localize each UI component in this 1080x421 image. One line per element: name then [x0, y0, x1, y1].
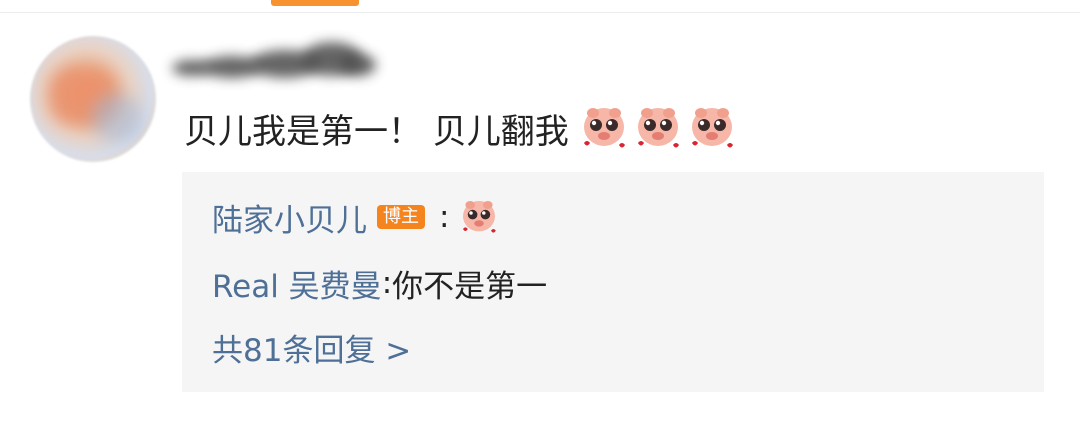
username-redacted[interactable] [172, 42, 380, 88]
comment-screen: 贝儿我是第一！ 贝儿翻我 陆家小贝儿 博主: Real 吴费曼: 你不是第一… [0, 0, 1080, 421]
more-replies-link[interactable]: 共81条回复 > [212, 325, 411, 370]
author-badge: 博主 [377, 205, 425, 229]
reply-item[interactable]: Real 吴费曼 : 你不是第一 [212, 260, 547, 306]
reply-author-link[interactable]: 陆家小贝儿 [212, 195, 367, 240]
reply-separator: : [439, 199, 450, 235]
cute-pig-emoji-icon [687, 103, 737, 153]
reply-author-link[interactable]: Real 吴费曼 [212, 261, 382, 306]
cute-pig-emoji-icon [459, 197, 499, 237]
reply-item[interactable]: 陆家小贝儿 博主 : [212, 194, 499, 240]
reply-text: 你不是第一 [392, 268, 548, 305]
more-replies-row[interactable]: 共81条回复 > [212, 324, 411, 370]
cute-pig-emoji-icon [579, 103, 629, 153]
cute-pig-emoji-icon [633, 103, 683, 153]
comment-body: 贝儿我是第一！ 贝儿翻我 [184, 102, 737, 154]
reply-separator: : [381, 265, 393, 301]
divider [0, 12, 1080, 13]
emoji-group [579, 103, 737, 153]
comment-text: 贝儿我是第一！ 贝儿翻我 [184, 111, 569, 152]
active-tab-indicator [271, 0, 359, 6]
reply-preview-box[interactable]: 陆家小贝儿 博主 : Real 吴费曼 : 你不是第一 共81条回复 > [182, 172, 1044, 392]
avatar[interactable] [30, 36, 156, 162]
